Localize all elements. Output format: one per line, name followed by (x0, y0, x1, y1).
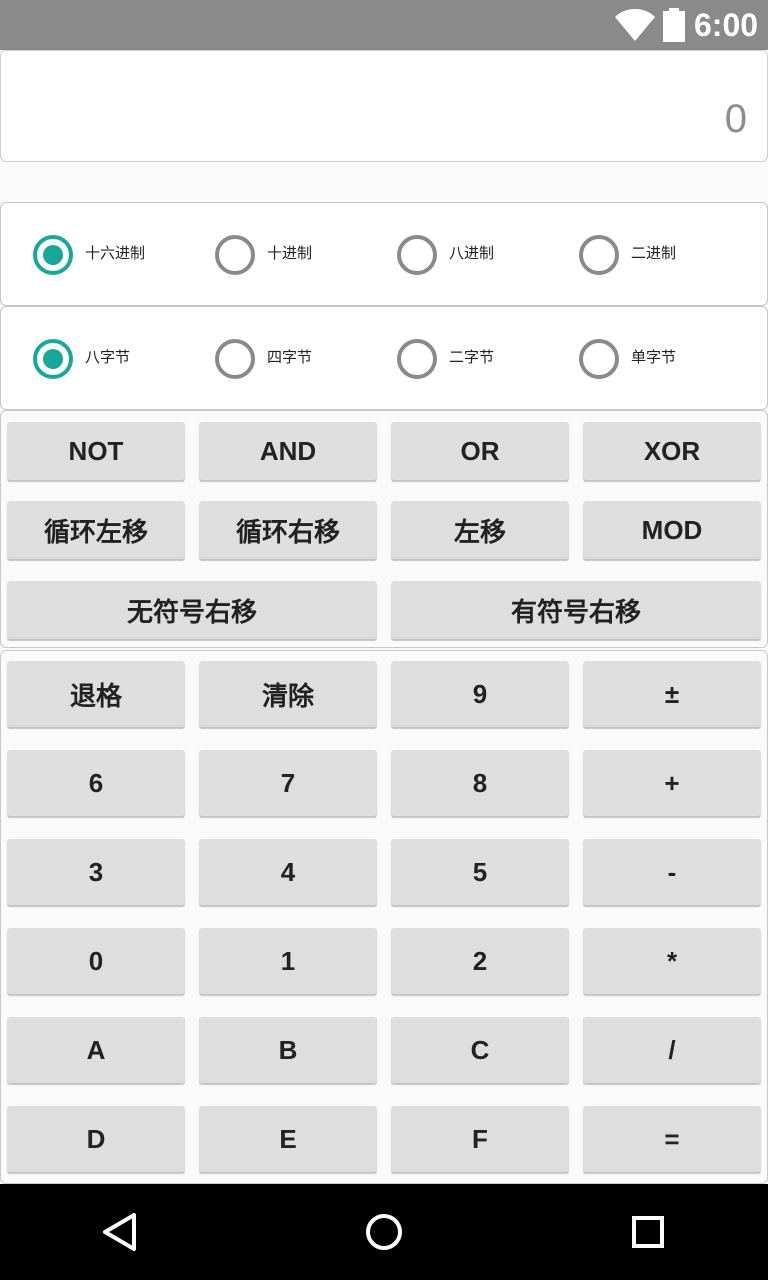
unsigned-shift-right-button[interactable]: 无符号右移 (7, 581, 377, 639)
mod-button[interactable]: MOD (583, 501, 761, 559)
status-clock: 6:00 (694, 7, 759, 43)
radio-button-icon[interactable] (215, 339, 255, 379)
radio-button-icon[interactable] (33, 339, 73, 379)
digit-4-button[interactable]: 4 (199, 839, 377, 905)
radio-dec[interactable]: 十进制 (215, 203, 385, 305)
battery-icon (663, 8, 685, 42)
radio-dword[interactable]: 四字节 (215, 307, 385, 409)
or-button[interactable]: OR (391, 422, 569, 480)
back-button[interactable] (98, 1210, 142, 1254)
equals-button[interactable]: = (583, 1106, 761, 1172)
digit-f-button[interactable]: F (391, 1106, 569, 1172)
multiply-button[interactable]: * (583, 928, 761, 994)
radio-label: 十进制 (267, 245, 313, 262)
radio-label: 单字节 (631, 349, 677, 366)
digit-e-button[interactable]: E (199, 1106, 377, 1172)
word-size-radio-group: 八字节 四字节 二字节 单字节 (0, 306, 768, 410)
digit-7-button[interactable]: 7 (199, 750, 377, 816)
status-bar: 6:00 (0, 0, 768, 50)
digit-3-button[interactable]: 3 (7, 839, 185, 905)
digit-9-button[interactable]: 9 (391, 661, 569, 727)
radio-bin[interactable]: 二进制 (579, 203, 749, 305)
rotate-right-button[interactable]: 循环右移 (199, 501, 377, 559)
digit-2-button[interactable]: 2 (391, 928, 569, 994)
recents-icon (632, 1216, 664, 1248)
radio-oct[interactable]: 八进制 (397, 203, 567, 305)
radio-qword[interactable]: 八字节 (33, 307, 203, 409)
clear-button[interactable]: 清除 (199, 661, 377, 727)
radio-label: 二字节 (449, 349, 495, 366)
digit-b-button[interactable]: B (199, 1017, 377, 1083)
digit-5-button[interactable]: 5 (391, 839, 569, 905)
plus-minus-button[interactable]: ± (583, 661, 761, 727)
digit-a-button[interactable]: A (7, 1017, 185, 1083)
radio-label: 四字节 (267, 349, 313, 366)
radio-button-icon[interactable] (397, 339, 437, 379)
radio-button-icon[interactable] (397, 235, 437, 275)
radio-byte[interactable]: 单字节 (579, 307, 749, 409)
radio-label: 八进制 (449, 245, 495, 262)
wifi-icon (615, 9, 655, 41)
radio-hex[interactable]: 十六进制 (33, 203, 203, 305)
radio-word[interactable]: 二字节 (397, 307, 567, 409)
plus-button[interactable]: + (583, 750, 761, 816)
recents-button[interactable] (626, 1210, 670, 1254)
home-button[interactable] (362, 1210, 406, 1254)
backspace-button[interactable]: 退格 (7, 661, 185, 727)
digit-d-button[interactable]: D (7, 1106, 185, 1172)
home-icon (366, 1214, 402, 1250)
base-radio-group: 十六进制 十进制 八进制 二进制 (0, 202, 768, 306)
back-icon (103, 1213, 136, 1251)
minus-button[interactable]: - (583, 839, 761, 905)
rotate-left-button[interactable]: 循环左移 (7, 501, 185, 559)
digit-8-button[interactable]: 8 (391, 750, 569, 816)
and-button[interactable]: AND (199, 422, 377, 480)
shift-left-button[interactable]: 左移 (391, 501, 569, 559)
not-button[interactable]: NOT (7, 422, 185, 480)
signed-shift-right-button[interactable]: 有符号右移 (391, 581, 761, 639)
divide-button[interactable]: / (583, 1017, 761, 1083)
result-display: 0 (0, 50, 768, 162)
digit-c-button[interactable]: C (391, 1017, 569, 1083)
radio-label: 十六进制 (85, 245, 146, 262)
bitwise-ops-panel: NOT AND OR XOR 循环左移 循环右移 左移 MOD 无符号右移 有符… (0, 410, 768, 648)
radio-label: 二进制 (631, 245, 677, 262)
radio-button-icon[interactable] (33, 235, 73, 275)
navigation-bar (0, 1184, 768, 1280)
radio-button-icon[interactable] (215, 235, 255, 275)
digit-1-button[interactable]: 1 (199, 928, 377, 994)
radio-button-icon[interactable] (579, 235, 619, 275)
radio-button-icon[interactable] (579, 339, 619, 379)
digit-0-button[interactable]: 0 (7, 928, 185, 994)
digit-6-button[interactable]: 6 (7, 750, 185, 816)
keypad-panel: 退格 清除 9 ± 6 7 8 + 3 4 5 - 0 1 2 * A B C … (0, 650, 768, 1184)
radio-label: 八字节 (85, 349, 131, 366)
xor-button[interactable]: XOR (583, 422, 761, 480)
display-value: 0 (724, 97, 747, 141)
